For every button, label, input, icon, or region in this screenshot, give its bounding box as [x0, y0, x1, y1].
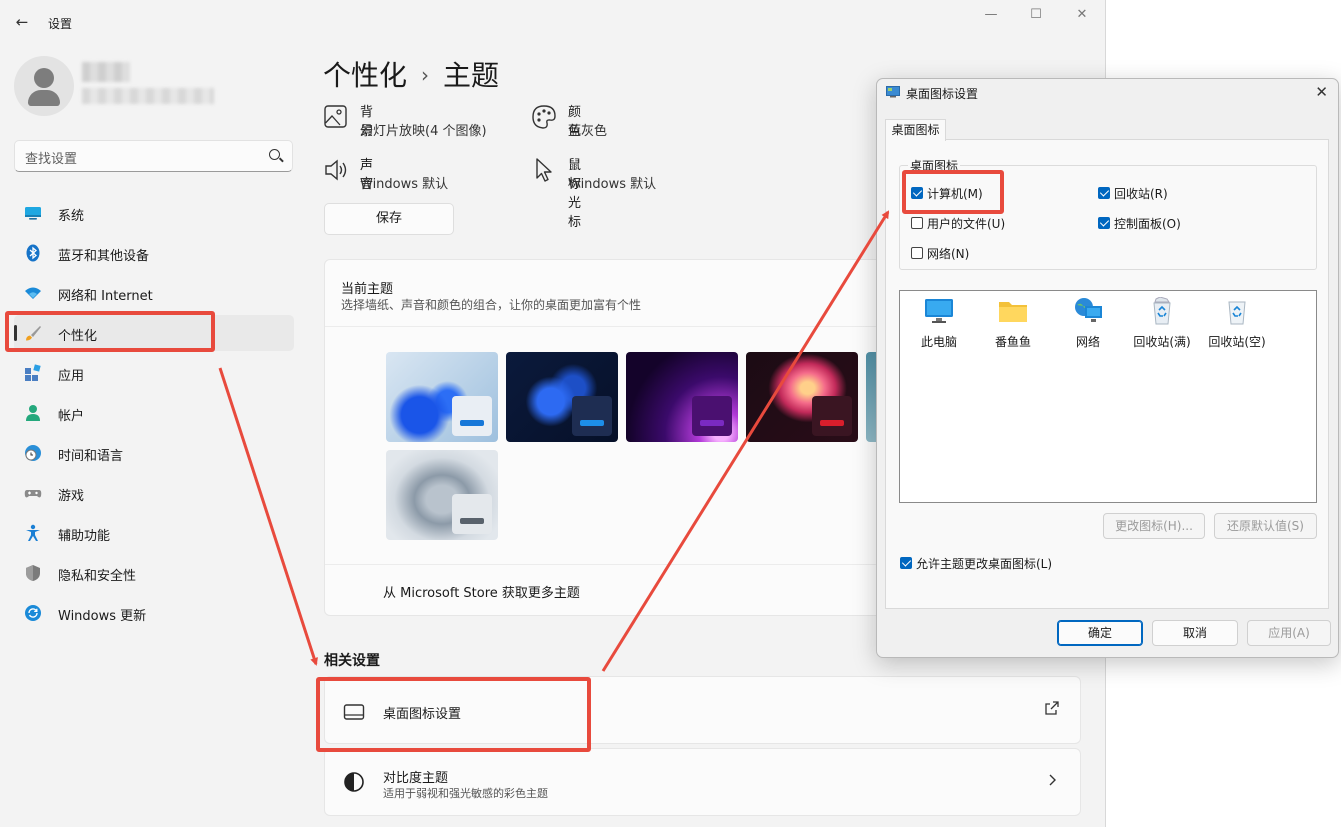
annotation-arrows — [218, 210, 890, 672]
arrow-to-computer-checkbox — [601, 210, 890, 672]
arrow-to-desktop-icons — [218, 367, 318, 666]
